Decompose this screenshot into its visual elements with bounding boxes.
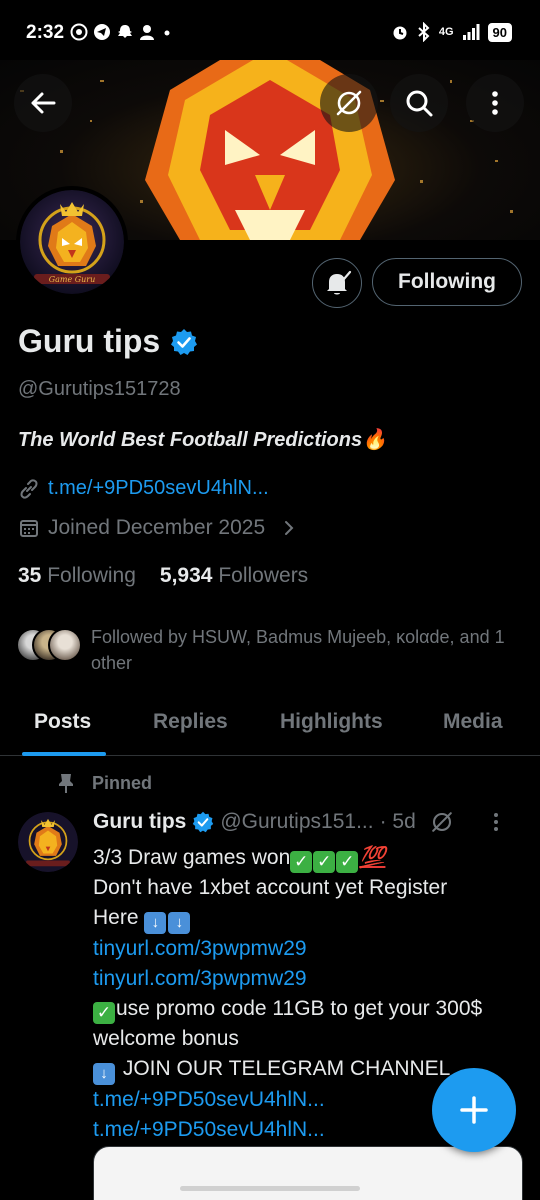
profile-link-text[interactable]: t.me/+9PD50sevU4hlN... [48,477,269,500]
snapchat-icon [118,25,132,38]
status-notification-icons [70,23,170,41]
profile-handle: @Gurutips151728 [18,378,181,400]
alarm-icon [393,26,407,40]
following-stat[interactable]: 35 Following [18,564,136,588]
post-line-text: JOIN OUR TELEGRAM CHANNEL [122,1057,451,1080]
following-stat-label: Following [47,564,136,587]
network-type: 4G [438,26,454,38]
post-header: Guru tips @Gurutips151... · 5d [93,810,533,834]
followed-by-row[interactable]: Followed by HSUW, Badmus Mujeeb, κolαde,… [16,624,526,676]
lion-avatar-image: Game Guru [20,190,124,294]
notifications-button[interactable] [312,258,362,308]
check-mark-emoji: ✓ [313,851,336,873]
compose-plus-icon [460,1096,488,1124]
tab-posts[interactable]: Posts [34,710,91,734]
profile-avatar[interactable]: Game Guru [16,186,128,298]
post-time: · 5d [379,810,416,833]
down-arrow-emoji: ↓ [144,912,167,934]
profile-bio: The World Best Football Predictions🔥 [18,429,388,451]
post-line-text: use promo code 11GB to get your 300$ [116,997,483,1020]
bell-icon [327,270,352,295]
followers-count: 5,934 [159,564,213,587]
verified-badge-icon[interactable] [192,811,214,833]
following-button[interactable]: Following [372,258,522,306]
post-line-text: Here [93,906,139,929]
status-time: 2:32 [26,22,65,43]
profile-tabs: Posts Replies Highlights Media [0,700,540,756]
signal-icon [462,24,480,40]
profile-link[interactable]: t.me/+9PD50sevU4hlN... [18,477,269,500]
post-author-name[interactable]: Guru tips [93,810,186,834]
post-line: welcome bonus [93,1027,239,1050]
back-arrow-icon [31,92,56,114]
down-arrow-emoji: ↓ [168,912,191,934]
back-button[interactable] [14,74,72,132]
post-line-text: 3/3 Draw games won [93,846,291,869]
tab-highlights[interactable]: Highlights [280,710,383,734]
post-line: Don't have 1xbet account yet Register [93,876,448,899]
joined-date-text: Joined December 2025 [48,516,266,539]
grok-icon[interactable] [430,810,454,834]
post-line: ✓ use promo code 11GB to get your 300$ [93,994,523,1024]
pin-icon [59,774,73,793]
calendar-icon [20,520,38,537]
status-bar: 2:32 4G 90 [0,0,540,64]
hundred-points-emoji: 💯 [359,846,386,869]
more-vertical-icon [492,91,498,115]
lion-avatar-image [18,812,78,872]
check-mark-emoji: ✓ [336,851,359,873]
pinned-label: Pinned [92,772,153,793]
avatar-text: Game Guru [49,275,96,284]
down-arrow-emoji: ↓ [93,1063,115,1085]
telegram-icon [94,24,110,40]
more-vertical-icon[interactable] [486,810,506,834]
display-name-text: Guru tips [18,323,161,359]
post-link[interactable]: tinyurl.com/3pwpmw29 [93,934,523,964]
active-tab-indicator [22,752,106,756]
tab-media[interactable]: Media [443,710,503,734]
followed-by-avatars [16,624,88,664]
link-icon [20,478,38,499]
home-indicator[interactable] [180,1186,360,1191]
pinned-label-row: Pinned [56,772,152,794]
display-name: Guru tips [18,323,198,360]
post-author-handle: @Gurutips151... [220,810,374,833]
post-line: Here ↓ ↓ [93,903,523,934]
chevron-right-icon [285,521,294,535]
more-options-button[interactable] [466,74,524,132]
followers-stat-label: Followers [218,564,309,587]
post-media-card[interactable] [93,1146,523,1200]
bluetooth-icon [418,22,430,42]
grok-button[interactable] [320,74,378,132]
search-button[interactable] [390,74,448,132]
whatsapp-icon [70,23,88,41]
status-system-icons: 4G 90 [391,22,512,42]
person-add-icon [140,25,154,40]
followers-stat[interactable]: 5,934 Followers [160,564,308,588]
follow-stats: 35 Following 5,934 Followers [18,564,308,588]
followed-by-text: Followed by HSUW, Badmus Mujeeb, κolαde,… [91,627,505,673]
dot-icon [164,30,170,36]
check-mark-emoji: ✓ [290,851,313,873]
compose-post-button[interactable] [432,1068,516,1152]
post-line: 3/3 Draw games won ✓ ✓ ✓ 💯 [93,843,523,873]
check-mark-emoji: ✓ [93,1002,115,1024]
post-link[interactable]: tinyurl.com/3pwpmw29 [93,964,523,994]
search-icon [406,90,433,117]
battery-level: 90 [487,22,512,42]
tab-replies[interactable]: Replies [153,710,228,734]
joined-date-row[interactable]: Joined December 2025 [18,516,299,540]
verified-badge-icon[interactable] [170,328,198,356]
post-author-avatar[interactable] [18,812,78,872]
follower-avatar [48,628,82,662]
grok-icon [336,90,362,116]
following-count: 35 [18,564,42,587]
